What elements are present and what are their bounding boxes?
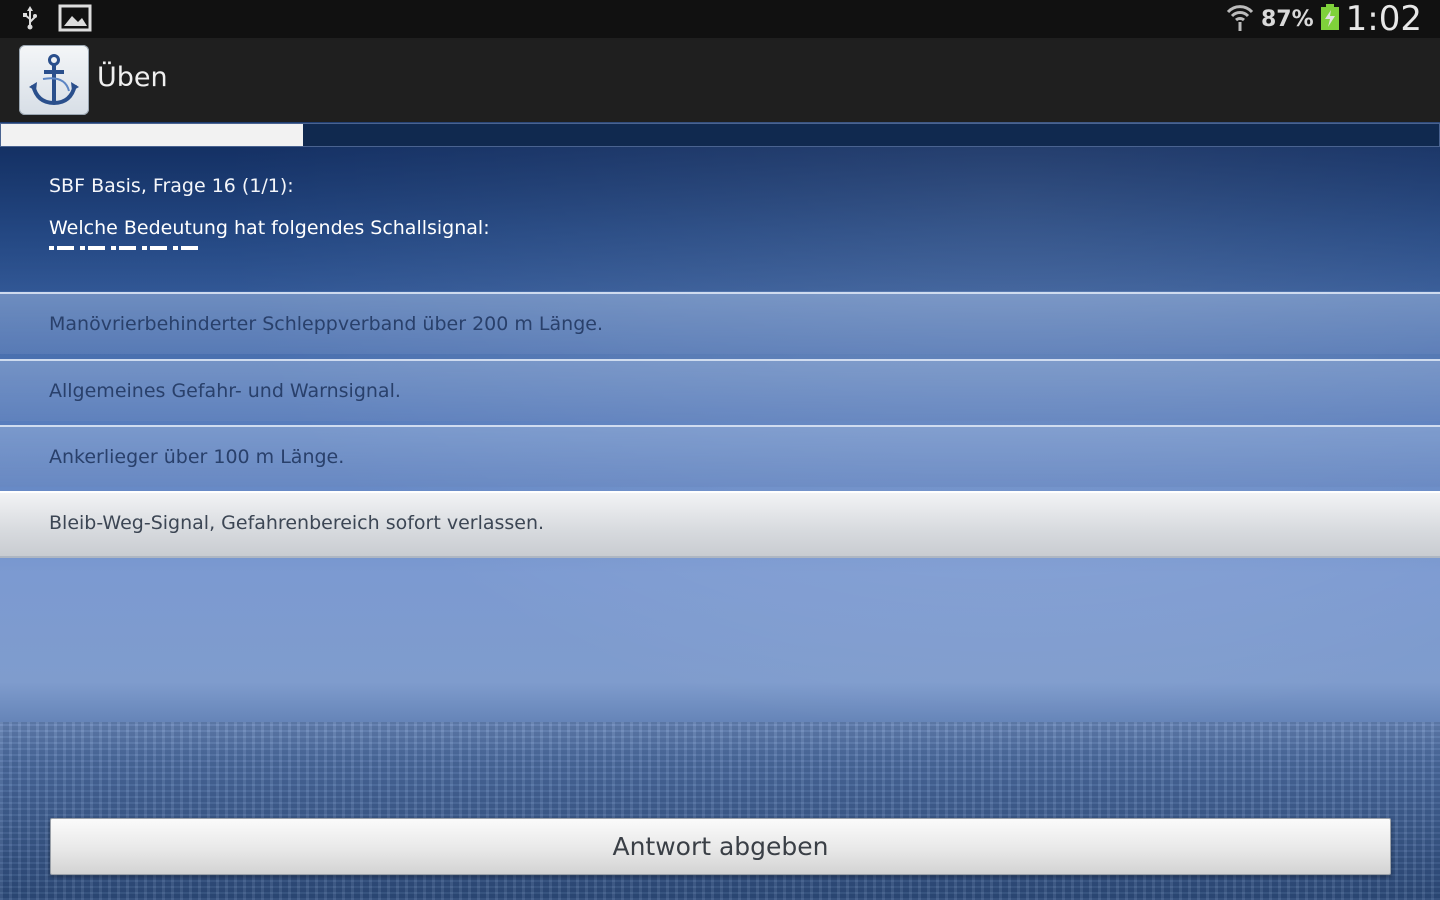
question-meta: SBF Basis, Frage 16 (1/1): bbox=[49, 175, 294, 197]
anchor-icon[interactable] bbox=[19, 45, 89, 115]
battery-charging-icon bbox=[1320, 3, 1340, 35]
signal-short-long bbox=[49, 246, 74, 250]
answer-option-3[interactable]: Ankerlieger über 100 m Länge. bbox=[0, 425, 1440, 487]
answer-label: Allgemeines Gefahr- und Warnsignal. bbox=[49, 380, 401, 402]
status-bar: 87% 1:02 bbox=[0, 0, 1440, 39]
answer-label: Manövrierbehinderter Schleppverband über… bbox=[49, 313, 603, 335]
question-panel: SBF Basis, Frage 16 (1/1): Welche Bedeut… bbox=[0, 147, 1440, 291]
question-text: Welche Bedeutung hat folgendes Schallsig… bbox=[49, 217, 490, 239]
answer-option-2[interactable]: Allgemeines Gefahr- und Warnsignal. bbox=[0, 359, 1440, 421]
answer-label: Ankerlieger über 100 m Länge. bbox=[49, 446, 345, 468]
wifi-icon bbox=[1225, 2, 1255, 36]
image-icon bbox=[58, 4, 92, 36]
progress-bar bbox=[0, 123, 1440, 147]
signal-short-long bbox=[80, 246, 105, 250]
page-title: Üben bbox=[97, 62, 168, 93]
answer-option-1[interactable]: Manövrierbehinderter Schleppverband über… bbox=[0, 292, 1440, 354]
answer-label: Bleib-Weg-Signal, Gefahrenbereich sofort… bbox=[49, 512, 545, 534]
progress-fill bbox=[1, 124, 303, 146]
signal-short-long bbox=[173, 246, 198, 250]
usb-icon bbox=[20, 5, 40, 35]
action-bar: Üben bbox=[0, 38, 1440, 122]
signal-short-long bbox=[142, 246, 167, 250]
answer-option-4[interactable]: Bleib-Weg-Signal, Gefahrenbereich sofort… bbox=[0, 491, 1440, 558]
clock: 1:02 bbox=[1345, 0, 1422, 39]
battery-percent: 87% bbox=[1260, 6, 1314, 32]
sound-signal bbox=[49, 246, 198, 250]
submit-answer-button[interactable]: Antwort abgeben bbox=[50, 818, 1391, 875]
signal-short-long bbox=[111, 246, 136, 250]
